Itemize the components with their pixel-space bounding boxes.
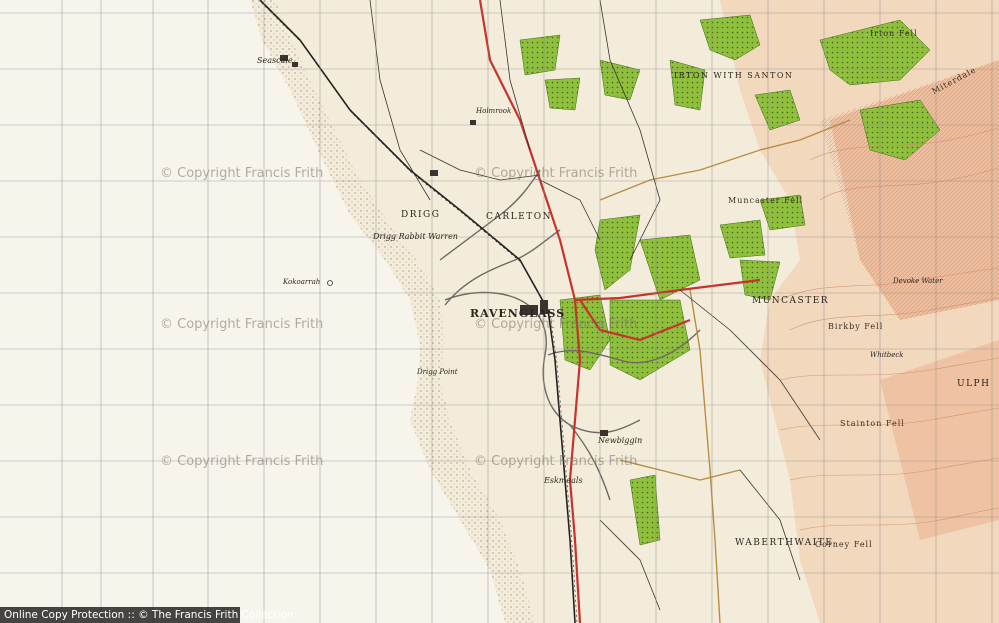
place-muncaster-fell: Muncaster Fell: [728, 196, 804, 205]
place-birkby-fell: Birkby Fell: [828, 322, 884, 331]
watermark: © Copyright Francis Frith: [160, 317, 324, 332]
watermark: © Copyright Francis Frith: [160, 454, 324, 469]
watermark: © Copyright Francis Frith: [474, 454, 638, 469]
place-drigg: DRIGG: [401, 210, 441, 220]
watermark: © Copyright Francis Frith: [160, 166, 324, 181]
place-holmrook: Holmrook: [476, 107, 512, 115]
place-seascale: Seascale: [257, 56, 293, 65]
place-newbiggin: Newbiggin: [598, 436, 643, 445]
place-ulpha: ULPH: [957, 379, 991, 389]
copyright-bar: Online Copy Protection :: © The Francis …: [0, 607, 294, 623]
footer-separator: ::: [124, 609, 139, 621]
place-devoke-water: Devoke Water: [893, 277, 943, 285]
place-corney-fell: Corney Fell: [815, 540, 873, 549]
os-map-view[interactable]: RAVENGLASS DRIGG CARLETON MUNCASTER WABE…: [0, 0, 999, 623]
watermark: © Copyright Francis Frith: [474, 166, 638, 181]
place-irton-fell: Irton Fell: [870, 29, 918, 38]
copy-protection-link[interactable]: Online Copy Protection: [4, 609, 124, 621]
place-kokoarrah: Kokoarrah: [283, 278, 321, 286]
place-eskmeals: Eskmeals: [544, 476, 583, 485]
copyright-notice: © The Francis Frith Collection: [138, 609, 294, 621]
place-irton-santon: IRTON WITH SANTON: [674, 71, 794, 80]
place-drigg-rabbit-warren: Drigg Rabbit Warren: [373, 232, 458, 241]
place-whitbeck: Whitbeck: [870, 351, 904, 359]
place-drigg-point: Drigg Point: [417, 368, 458, 376]
place-carleton: CARLETON: [486, 212, 552, 222]
place-stainton-fell: Stainton Fell: [840, 419, 905, 428]
watermark: © Copyright Francis Frith: [474, 317, 638, 332]
place-muncaster: MUNCASTER: [752, 296, 830, 306]
